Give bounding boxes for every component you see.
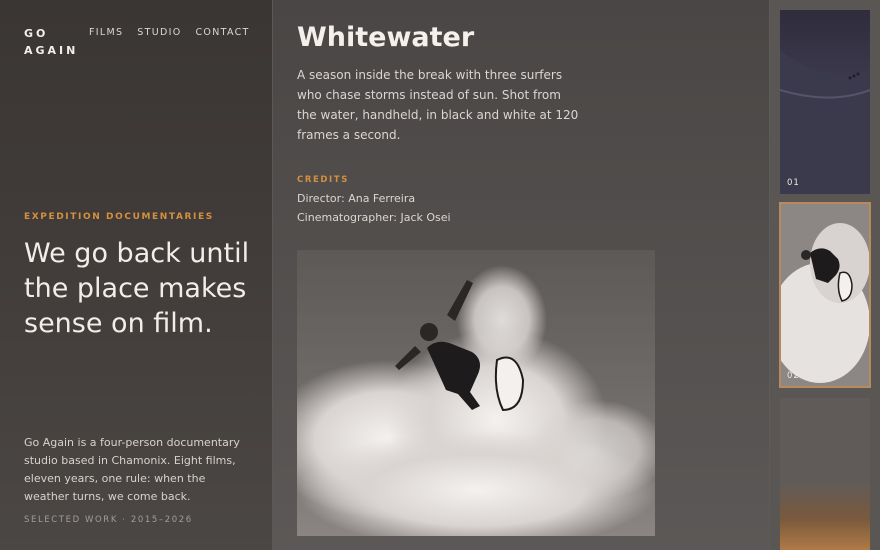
film-detail-panel: Whitewater A season inside the break wit…	[273, 0, 770, 550]
nav-contact[interactable]: CONTACT	[195, 27, 249, 38]
main-nav: FILMS STUDIO CONTACT	[89, 27, 250, 38]
surfer-photo-illustration	[297, 250, 655, 536]
nav-films[interactable]: FILMS	[89, 27, 123, 38]
thumbnail-02-selected[interactable]: 02	[779, 202, 871, 388]
thumbnail-number: 01	[787, 178, 800, 188]
credit-cinematographer: Cinematographer: Jack Osei	[297, 211, 451, 224]
hero-kicker: EXPEDITION DOCUMENTARIES	[24, 212, 214, 222]
credit-director: Director: Ana Ferreira	[297, 192, 416, 205]
left-panel: GO AGAIN FILMS STUDIO CONTACT EXPEDITION…	[0, 0, 273, 550]
credits-label: CREDITS	[297, 175, 349, 185]
thumbnail-01[interactable]: 01	[780, 10, 870, 194]
selected-work-label: SELECTED WORK · 2015–2026	[24, 515, 193, 525]
about-text: Go Again is a four-person documentary st…	[24, 436, 240, 503]
nav-studio[interactable]: STUDIO	[137, 27, 181, 38]
film-description: A season inside the break with three sur…	[297, 68, 579, 142]
film-still-image[interactable]	[297, 250, 655, 536]
logo[interactable]: GO AGAIN	[24, 25, 84, 59]
thumbnail-number: 02	[787, 371, 800, 381]
film-thumbnail-rail: 01 02	[770, 0, 880, 550]
thumbnail-03[interactable]	[780, 398, 870, 550]
hero-headline: We go back until the place makes sense o…	[24, 238, 250, 339]
mountain-ridge-illustration	[780, 50, 870, 194]
surfer-thumbnail-illustration	[780, 203, 870, 387]
film-title: Whitewater	[297, 22, 475, 53]
